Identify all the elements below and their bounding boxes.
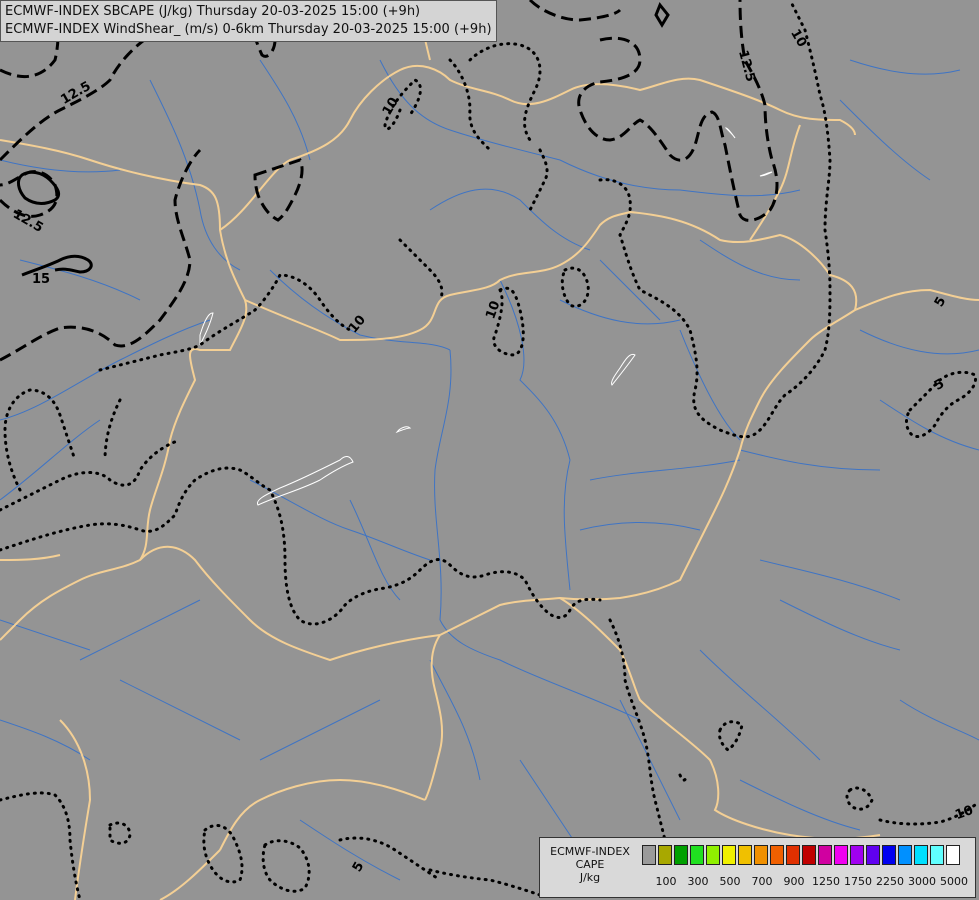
legend-tick-label: 300	[687, 875, 709, 888]
legend-tick-label: 1250	[812, 875, 840, 888]
map-title-windshear: ECMWF-INDEX WindShear_ (m/s) 0-6km Thurs…	[5, 22, 492, 37]
legend-swatch	[642, 845, 656, 865]
legend-swatch	[754, 845, 768, 865]
legend-tick-label: 700	[751, 875, 773, 888]
legend-swatch	[946, 845, 960, 865]
legend-swatch	[898, 845, 912, 865]
legend-swatch	[882, 845, 896, 865]
legend-ticks: 100 300 500 700 900 1250 1750 2250 3000 5000	[642, 875, 972, 889]
legend-tick-label: 100	[655, 875, 677, 888]
legend-swatch	[818, 845, 832, 865]
legend-swatches	[642, 845, 962, 865]
legend-swatch	[930, 845, 944, 865]
legend-title-unit: J/kg	[579, 871, 601, 884]
map-title-cape: ECMWF-INDEX SBCAPE (J/kg) Thursday 20-03…	[5, 4, 421, 19]
legend-swatch	[786, 845, 800, 865]
legend-swatch	[914, 845, 928, 865]
legend-swatch	[770, 845, 784, 865]
map-background	[0, 0, 979, 900]
legend-swatch	[850, 845, 864, 865]
legend-tick-label: 1750	[844, 875, 872, 888]
legend-swatch	[738, 845, 752, 865]
legend-swatch	[866, 845, 880, 865]
legend-swatch	[658, 845, 672, 865]
legend-swatch	[706, 845, 720, 865]
legend-swatch	[690, 845, 704, 865]
legend-tick-label: 900	[783, 875, 805, 888]
map-title-box: ECMWF-INDEX SBCAPE (J/kg) Thursday 20-03…	[0, 0, 497, 42]
legend-title-source: ECMWF-INDEX	[550, 845, 630, 858]
legend-title: ECMWF-INDEX CAPE J/kg	[544, 845, 636, 884]
legend-tick-label: 3000	[908, 875, 936, 888]
legend-tick-label: 2250	[876, 875, 904, 888]
legend-tick-label: 500	[719, 875, 741, 888]
map-canvas: 10 12.5 12.5 12.5 15 10 10 10 5 5 10 5	[0, 0, 979, 900]
legend-swatch	[834, 845, 848, 865]
legend-tick-label: 5000	[940, 875, 968, 888]
weather-map-view: 10 12.5 12.5 12.5 15 10 10 10 5 5 10 5 E…	[0, 0, 979, 900]
legend-swatch	[674, 845, 688, 865]
legend-swatch	[722, 845, 736, 865]
legend-title-variable: CAPE	[575, 858, 605, 871]
contour-label: 15	[32, 272, 50, 287]
legend-swatch	[802, 845, 816, 865]
cape-legend: ECMWF-INDEX CAPE J/kg 100 300 500 700 900 125…	[539, 837, 976, 898]
